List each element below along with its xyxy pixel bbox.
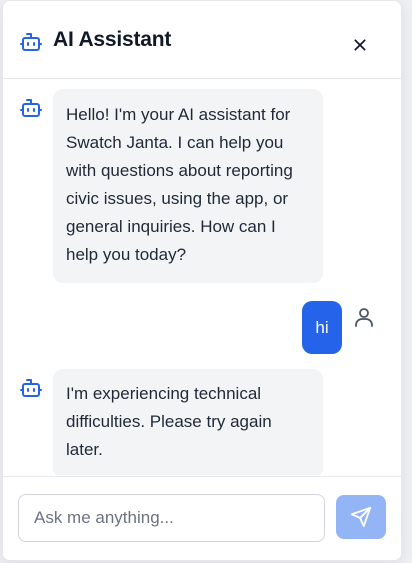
send-icon bbox=[350, 506, 372, 528]
composer bbox=[3, 476, 401, 560]
message-input[interactable] bbox=[18, 494, 325, 542]
message-list[interactable]: Hello! I'm your AI assistant for Swatch … bbox=[3, 79, 401, 475]
chat-panel: AI Assistant Hello! I'm your AI assistan… bbox=[2, 0, 402, 561]
bot-icon bbox=[20, 33, 42, 51]
send-button[interactable] bbox=[336, 495, 386, 539]
chat-header: AI Assistant bbox=[3, 1, 401, 79]
user-icon bbox=[355, 308, 373, 327]
bot-icon bbox=[20, 99, 42, 117]
assistant-message: I'm experiencing technical difficulties.… bbox=[53, 369, 323, 475]
close-button[interactable] bbox=[347, 32, 373, 58]
assistant-message: Hello! I'm your AI assistant for Swatch … bbox=[53, 89, 323, 283]
bot-icon bbox=[20, 379, 42, 397]
chat-title: AI Assistant bbox=[53, 28, 172, 51]
user-message: hi bbox=[302, 301, 342, 354]
close-icon bbox=[354, 39, 366, 51]
